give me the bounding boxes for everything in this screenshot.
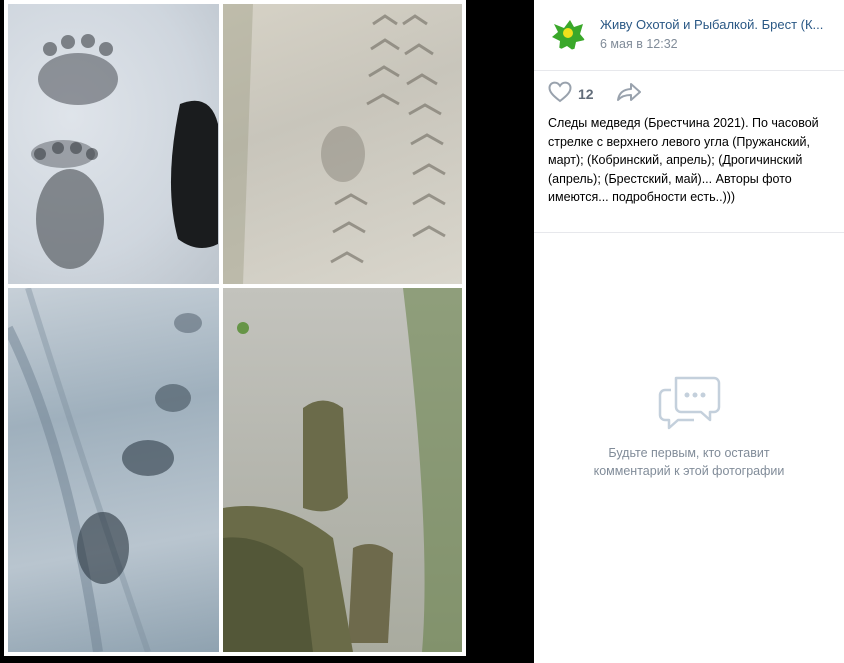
- heart-icon: [548, 81, 572, 108]
- photo-tile-snow-track: [8, 4, 219, 284]
- comments-empty-state: Будьте первым, кто оставит комментарий к…: [534, 370, 844, 480]
- comments-bubble-icon: [534, 370, 844, 430]
- author-avatar[interactable]: [550, 14, 586, 50]
- post-description: Следы медведя (Брестчина 2021). По часов…: [548, 116, 819, 204]
- photo-viewer[interactable]: [0, 0, 534, 663]
- post-actions: 12: [548, 81, 642, 108]
- author-name-link[interactable]: Живу Охотой и Рыбалкой. Брест (К...: [600, 17, 840, 32]
- photo-tile-sand-track: [8, 288, 219, 652]
- description-divider: [534, 232, 844, 233]
- photo-tile-boots: [223, 288, 462, 652]
- like-count: 12: [578, 86, 594, 102]
- header-divider: [534, 70, 844, 71]
- like-button[interactable]: 12: [548, 81, 594, 108]
- share-arrow-icon: [616, 82, 642, 107]
- comments-empty-text: Будьте первым, кто оставит комментарий к…: [593, 446, 785, 478]
- photo-collage[interactable]: [4, 0, 466, 656]
- share-button[interactable]: [616, 82, 642, 107]
- post-side-panel: Живу Охотой и Рыбалкой. Брест (К... 6 ма…: [534, 0, 844, 663]
- post-header: Живу Охотой и Рыбалкой. Брест (К... 6 ма…: [534, 0, 844, 70]
- post-date[interactable]: 6 мая в 12:32: [600, 37, 678, 51]
- photo-tile-dirt-track: [223, 4, 462, 284]
